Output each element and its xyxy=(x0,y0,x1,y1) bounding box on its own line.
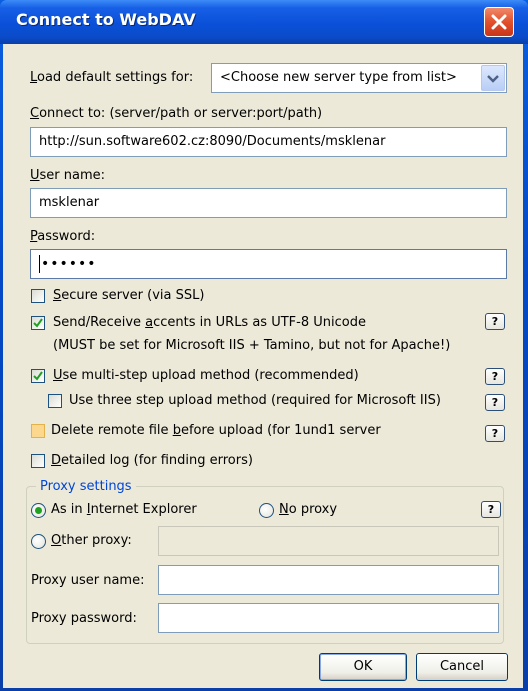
label-text: onnect to: (server/path or server:port/p… xyxy=(39,106,323,121)
server-url-input[interactable]: http://sun.software602.cz:8090/Documents… xyxy=(30,127,507,157)
delete-remote-checkbox[interactable] xyxy=(31,424,45,438)
delete-remote-help-button[interactable]: ? xyxy=(485,425,505,442)
check-icon xyxy=(33,371,43,381)
close-icon xyxy=(491,14,507,30)
secure-server-checkbox[interactable] xyxy=(31,289,45,303)
label-text: nternet Explorer xyxy=(90,502,197,517)
proxy-user-name-input[interactable] xyxy=(158,565,499,595)
proxy-password-label: Proxy password: xyxy=(31,611,137,626)
label-text: oad default settings for: xyxy=(37,70,194,85)
dialog-client-area: Load default settings for: <Choose new s… xyxy=(3,44,523,688)
utf8-note: (MUST be set for Microsoft IIS + Tamino,… xyxy=(53,338,451,353)
proxy-help-button[interactable]: ? xyxy=(481,501,501,518)
mnemonic: b xyxy=(172,423,181,438)
user-name-input[interactable]: msklenar xyxy=(30,188,507,218)
multistep-upload-checkbox[interactable] xyxy=(31,369,45,383)
label-text: Send/Receive xyxy=(53,315,146,330)
label-text: As in xyxy=(51,502,87,517)
mnemonic: N xyxy=(279,502,289,517)
dropdown-arrow-button[interactable] xyxy=(481,65,505,91)
server-type-select[interactable]: <Choose new server type from list> xyxy=(211,63,507,93)
title-bar[interactable]: Connect to WebDAV xyxy=(0,0,528,44)
other-proxy-label[interactable]: Other proxy: xyxy=(51,533,132,548)
no-proxy-radio[interactable] xyxy=(259,503,274,518)
server-type-value: <Choose new server type from list> xyxy=(220,70,457,85)
label-text: etailed log (for finding errors) xyxy=(61,453,253,468)
threestep-upload-checkbox[interactable] xyxy=(48,394,62,408)
label-text: ccents in URLs as UTF-8 Unicode xyxy=(153,315,366,330)
proxy-user-name-label: Proxy user name: xyxy=(31,573,145,588)
radio-selected-dot xyxy=(35,507,42,514)
mnemonic: O xyxy=(51,533,62,548)
utf8-accents-label[interactable]: Send/Receive accents in URLs as UTF-8 Un… xyxy=(53,315,366,330)
other-proxy-radio[interactable] xyxy=(31,534,46,549)
mnemonic: U xyxy=(30,168,40,183)
no-proxy-label[interactable]: No proxy xyxy=(279,502,337,517)
utf8-help-button[interactable]: ? xyxy=(485,313,505,330)
mnemonic: U xyxy=(53,368,63,383)
proxy-password-input[interactable] xyxy=(158,603,499,633)
label-text: efore upload (for 1und1 server xyxy=(180,423,381,438)
label-text: Delete remote file xyxy=(51,423,173,438)
label-text: o proxy xyxy=(288,502,338,517)
delete-remote-label[interactable]: Delete remote file before upload (for 1u… xyxy=(51,423,381,438)
window-title: Connect to WebDAV xyxy=(16,10,196,29)
user-name-label: User name: xyxy=(30,168,105,183)
multistep-upload-label[interactable]: Use multi-step upload method (recommende… xyxy=(53,368,359,383)
other-proxy-input[interactable] xyxy=(158,526,499,556)
proxy-settings-legend: Proxy settings xyxy=(36,479,136,494)
close-button[interactable] xyxy=(484,7,514,37)
ok-button[interactable]: OK xyxy=(319,653,407,681)
text-cursor xyxy=(39,255,40,273)
detailed-log-label[interactable]: Detailed log (for finding errors) xyxy=(51,453,253,468)
load-defaults-label: Load default settings for: xyxy=(30,70,193,85)
proxy-as-ie-radio[interactable] xyxy=(31,503,46,518)
mnemonic: L xyxy=(30,70,38,85)
check-icon xyxy=(33,318,43,328)
utf8-accents-checkbox[interactable] xyxy=(31,316,45,330)
proxy-as-ie-label[interactable]: As in Internet Explorer xyxy=(51,502,197,517)
password-input[interactable]: •••••• xyxy=(30,249,507,279)
label-text: se multi-step upload method (recommended… xyxy=(62,368,359,383)
mnemonic: a xyxy=(145,315,154,330)
threestep-help-button[interactable]: ? xyxy=(485,394,505,411)
mnemonic: D xyxy=(51,453,62,468)
detailed-log-checkbox[interactable] xyxy=(31,454,45,468)
password-label: Password: xyxy=(30,229,95,244)
label-text: assword: xyxy=(37,229,96,244)
chevron-down-icon xyxy=(487,75,499,83)
dialog-window: Connect to WebDAV Load default settings … xyxy=(0,0,528,691)
label-text: ser name: xyxy=(39,168,106,183)
threestep-upload-label[interactable]: Use three step upload method (required f… xyxy=(69,393,441,408)
multistep-help-button[interactable]: ? xyxy=(485,368,505,385)
mnemonic: C xyxy=(30,106,40,121)
connect-to-label: Connect to: (server/path or server:port/… xyxy=(30,106,322,121)
label-text: ther proxy: xyxy=(61,533,132,548)
secure-server-label[interactable]: Secure server (via SSL) xyxy=(53,288,204,303)
password-mask: •••••• xyxy=(41,256,97,272)
label-text: ecure server (via SSL) xyxy=(61,288,205,303)
cancel-button[interactable]: Cancel xyxy=(416,653,508,681)
